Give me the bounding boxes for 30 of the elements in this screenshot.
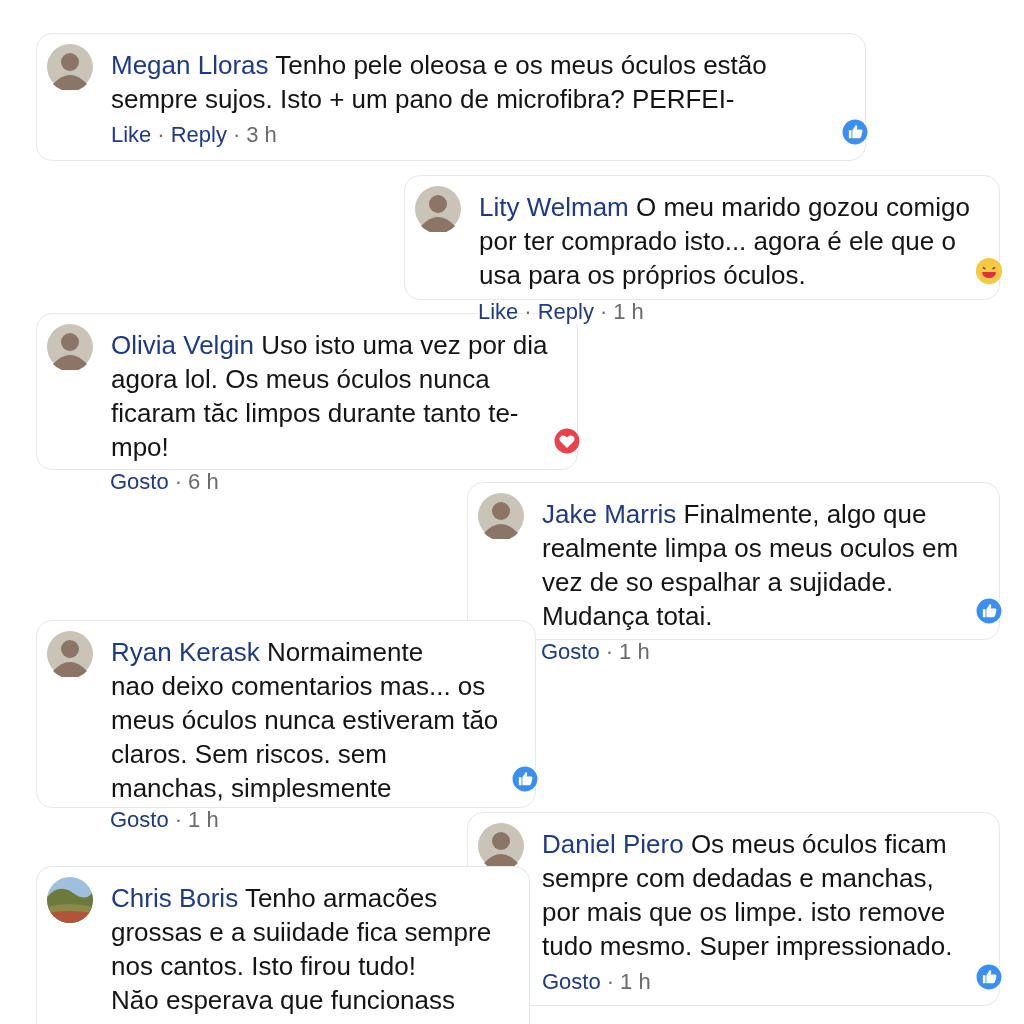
laughing-emoji-icon [975, 257, 1003, 285]
comment-text: Chris Boris Tenho armacões grossas e a suiidade fica sempre nos cantos. Isto firou tudo! Năo esperava que funcionass [111, 882, 493, 1017]
author-name[interactable]: Jake Marris [542, 499, 677, 529]
action-link[interactable]: Reply [537, 300, 594, 324]
separator-dot: · [232, 121, 241, 149]
avatar-icon[interactable] [415, 186, 461, 232]
action-link[interactable]: Reply [170, 120, 227, 150]
author-name[interactable]: Olivia Velgin [111, 330, 255, 360]
separator-dot: · [606, 968, 615, 996]
comment-text: Megan Lloras Tenho pele oleosa e os meus óculos estão sempre sujos. Isto + um pano de microfibra? PERFEI- [111, 49, 768, 116]
avatar-icon[interactable] [478, 493, 524, 539]
timestamp: 1 h [620, 968, 651, 996]
action-link[interactable]: Gosto [542, 967, 601, 997]
comment-text: Lity Welmam O meu marido gozou comigo por ter comprado isto... agora é ele que o usa para os próprios óculos. [479, 191, 971, 292]
timestamp: 3 h [246, 121, 277, 149]
avatar-icon[interactable] [47, 44, 93, 90]
author-name[interactable]: Ryan Kerask [111, 637, 260, 667]
comment-text: Olivia Velgin Uso isto uma vez por dia agora lol. Os meus óculos nunca ficaram tăc limpos durante tanto te-mpo! [111, 329, 549, 464]
separator-dot: · [157, 121, 165, 149]
comment-text: Ryan Kerask Normaimente nao deixo comentarios mas... os meus óculos nunca estiveram tăo claros. Sem riscos. sem manchas, simplesmente [111, 636, 500, 805]
comment-text: Daniel Piero Os meus óculos ficam sempre com dedadas e manchas, por mais que os limpe. isto remove tudo mesmo. Super impressionado. [542, 828, 954, 963]
avatar-icon[interactable] [47, 324, 93, 370]
author-name[interactable]: Chris Boris [111, 883, 239, 913]
action-link[interactable]: Like [111, 120, 152, 150]
avatar-icon[interactable] [47, 631, 93, 677]
author-name[interactable]: Daniel Piero [542, 829, 684, 859]
avatar-icon[interactable] [478, 823, 524, 869]
author-name[interactable]: Lity Welmam [479, 192, 629, 222]
comment-text: Jake Marris Finalmente, algo que realmente limpa os meus oculos em vez de so espalhar a sujidade. Mudança totai. [542, 498, 960, 633]
author-name[interactable]: Megan Lloras [111, 50, 269, 80]
